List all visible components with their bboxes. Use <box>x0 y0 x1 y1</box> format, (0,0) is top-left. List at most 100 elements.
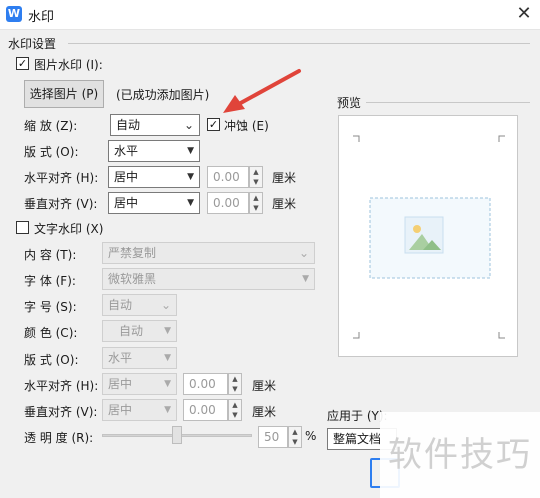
picture-status: (已成功添加图片) <box>116 88 210 102</box>
transparency-unit: % <box>305 429 317 443</box>
dropdown-arrow-icon: ▼ <box>164 326 171 336</box>
preview-separator <box>366 102 530 103</box>
valign-unit: 厘米 <box>272 197 297 211</box>
font-select[interactable]: 微软雅黑 ▼ <box>102 268 315 290</box>
spin-up-icon: ▲ <box>292 428 298 436</box>
dropdown-arrow-icon: ▼ <box>164 379 171 389</box>
text-layout-label: 版 式 (O): <box>24 353 79 367</box>
halign-label: 水平对齐 (H): <box>24 171 99 185</box>
text-valign-offset-input[interactable]: 0.00 <box>183 399 228 421</box>
font-label: 字 体 (F): <box>24 274 76 288</box>
text-valign-label: 垂直对齐 (V): <box>24 405 98 419</box>
text-valign-select[interactable]: 居中 ▼ <box>102 399 177 421</box>
title-bar <box>0 0 540 30</box>
valign-value: 居中 <box>114 196 139 210</box>
transparency-spinner[interactable]: ▲ ▼ <box>288 426 302 448</box>
spin-down-icon: ▼ <box>232 385 238 393</box>
halign-unit: 厘米 <box>272 171 297 185</box>
corner-mark-icon <box>498 135 505 142</box>
layout-value: 水平 <box>114 144 139 158</box>
image-placeholder-icon <box>404 216 444 254</box>
picture-watermark-checkbox[interactable]: ✓ <box>16 57 29 70</box>
size-label: 字 号 (S): <box>24 300 77 314</box>
transparency-input[interactable]: 50 <box>258 426 288 448</box>
text-layout-value: 水平 <box>108 351 133 365</box>
close-button[interactable]: ✕ <box>512 2 536 26</box>
valign-offset-spinner[interactable]: ▲ ▼ <box>249 192 263 214</box>
halign-offset-input[interactable]: 0.00 <box>207 166 249 188</box>
corner-mark-icon <box>498 332 505 339</box>
spin-down-icon: ▼ <box>232 411 238 419</box>
dropdown-arrow-icon: ▼ <box>164 353 171 363</box>
halign-value: 居中 <box>114 170 139 184</box>
valign-select[interactable]: 居中 ▼ <box>108 192 200 214</box>
text-halign-select[interactable]: 居中 ▼ <box>102 373 177 395</box>
chevron-down-icon: ⌄ <box>183 118 194 132</box>
text-halign-offset-input[interactable]: 0.00 <box>183 373 228 395</box>
washout-checkbox[interactable]: ✓ <box>207 118 220 131</box>
settings-separator <box>68 43 530 44</box>
corner-mark-icon <box>353 135 360 142</box>
size-value: 自动 <box>108 298 133 312</box>
chevron-down-icon: ⌄ <box>160 298 171 312</box>
chevron-down-icon: ⌄ <box>298 246 309 260</box>
transparency-slider-thumb[interactable] <box>172 426 182 444</box>
color-select[interactable]: 自动 ▼ <box>102 320 177 342</box>
text-watermark-checkbox[interactable] <box>16 221 29 234</box>
scale-label: 缩 放 (Z): <box>24 119 78 133</box>
watermark-settings-label: 水印设置 <box>8 37 57 51</box>
picture-watermark-label: 图片水印 (I): <box>34 58 103 72</box>
preview-page <box>338 115 518 357</box>
color-value: 自动 <box>119 324 144 338</box>
size-select[interactable]: 自动 ⌄ <box>102 294 177 316</box>
transparency-label: 透 明 度 (R): <box>24 431 94 445</box>
spin-up-icon: ▲ <box>232 375 238 383</box>
preview-canvas <box>353 135 505 339</box>
apply-to-value: 整篇文档 <box>333 432 382 446</box>
apply-to-label: 应用于 (Y): <box>327 409 388 423</box>
spin-up-icon: ▲ <box>232 401 238 409</box>
halign-select[interactable]: 居中 ▼ <box>108 166 200 188</box>
content-select[interactable]: 严禁复制 ⌄ <box>102 242 315 264</box>
content-label: 内 容 (T): <box>24 248 77 262</box>
valign-label: 垂直对齐 (V): <box>24 197 98 211</box>
spin-down-icon: ▼ <box>292 438 298 446</box>
text-halign-offset-spinner[interactable]: ▲ ▼ <box>228 373 242 395</box>
dropdown-arrow-icon: ▼ <box>187 146 194 156</box>
washout-label: 冲蚀 (E) <box>224 119 269 133</box>
spin-down-icon: ▼ <box>253 204 259 212</box>
text-valign-value: 居中 <box>108 403 133 417</box>
spin-down-icon: ▼ <box>253 178 259 186</box>
corner-mark-icon <box>353 332 360 339</box>
select-picture-button[interactable]: 选择图片 (P) <box>24 80 104 108</box>
scale-select[interactable]: 自动 ⌄ <box>110 114 200 136</box>
window-title: 水印 <box>28 10 55 25</box>
site-watermark-overlay: 软件技巧 <box>380 412 540 498</box>
spin-up-icon: ▲ <box>253 194 259 202</box>
dropdown-arrow-icon: ▼ <box>187 198 194 208</box>
dropdown-arrow-icon: ▼ <box>302 274 309 284</box>
text-halign-unit: 厘米 <box>252 379 277 393</box>
text-watermark-label: 文字水印 (X) <box>34 222 104 236</box>
annotation-arrow-icon <box>223 69 301 113</box>
valign-offset-input[interactable]: 0.00 <box>207 192 249 214</box>
preview-label: 预览 <box>337 96 362 110</box>
check-icon: ✓ <box>208 118 219 131</box>
dropdown-arrow-icon: ▼ <box>164 405 171 415</box>
layout-select[interactable]: 水平 ▼ <box>108 140 200 162</box>
text-layout-select[interactable]: 水平 ▼ <box>102 347 177 369</box>
app-icon: W <box>6 6 22 22</box>
font-value: 微软雅黑 <box>108 272 157 286</box>
color-label: 颜 色 (C): <box>24 326 78 340</box>
layout-label: 版 式 (O): <box>24 145 79 159</box>
spin-up-icon: ▲ <box>253 168 259 176</box>
content-value: 严禁复制 <box>108 246 157 260</box>
scale-value: 自动 <box>116 118 141 132</box>
text-valign-unit: 厘米 <box>252 405 277 419</box>
text-halign-label: 水平对齐 (H): <box>24 379 99 393</box>
text-halign-value: 居中 <box>108 377 133 391</box>
dropdown-arrow-icon: ▼ <box>187 172 194 182</box>
text-valign-offset-spinner[interactable]: ▲ ▼ <box>228 399 242 421</box>
check-icon: ✓ <box>17 57 28 70</box>
halign-offset-spinner[interactable]: ▲ ▼ <box>249 166 263 188</box>
